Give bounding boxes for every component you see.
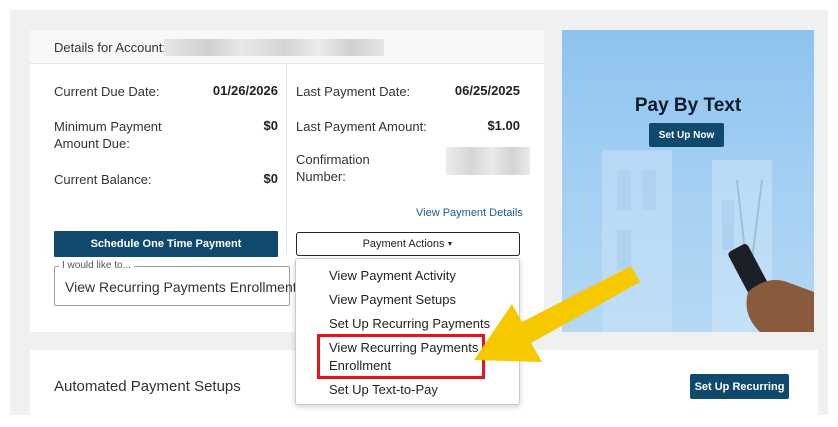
pointer-arrow-icon bbox=[474, 266, 640, 362]
